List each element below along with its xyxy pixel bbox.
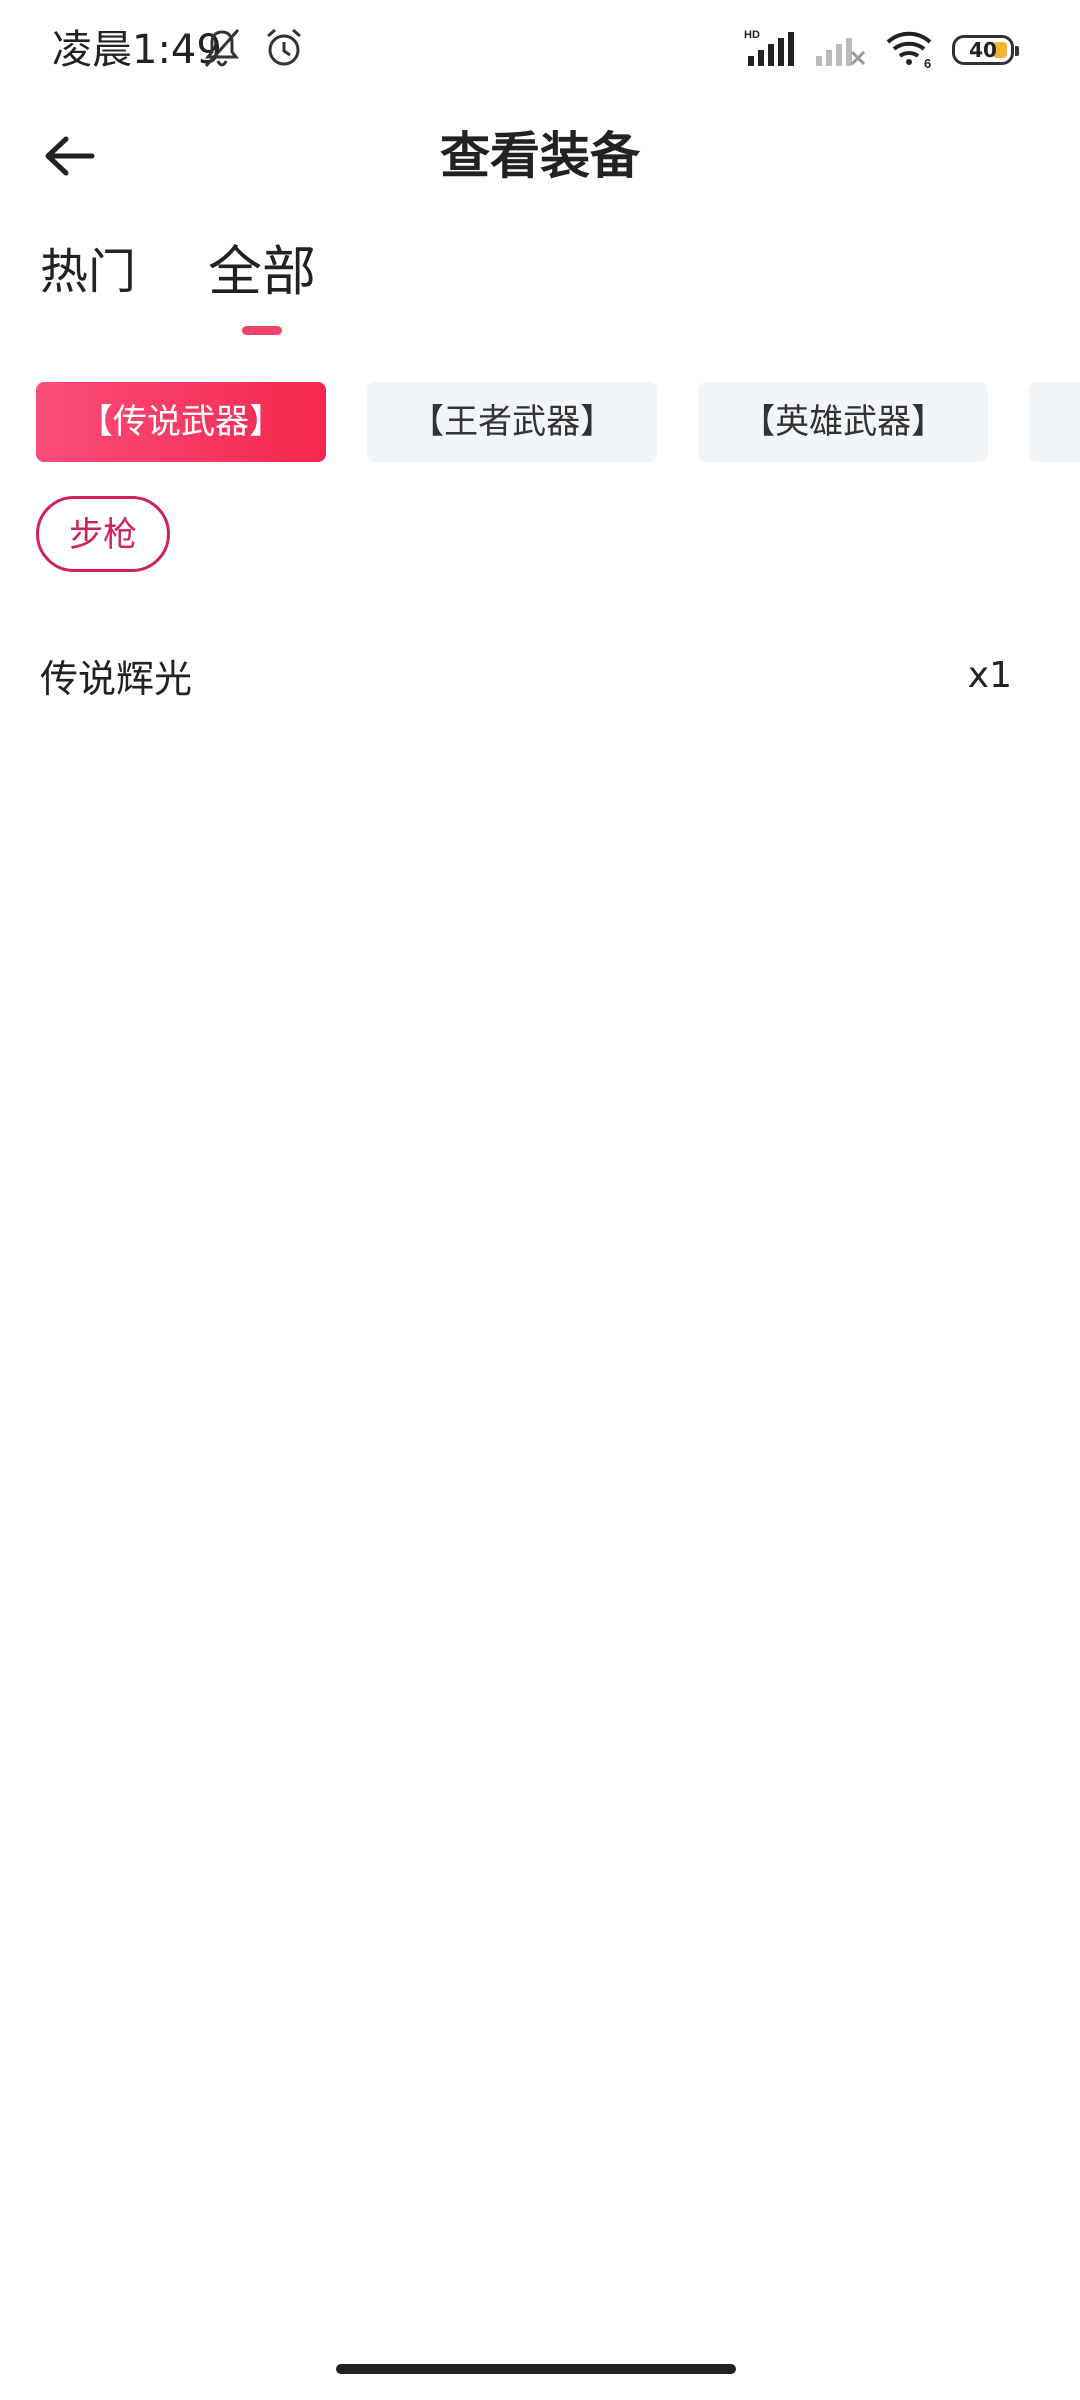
chip-more[interactable]: 【: [1029, 382, 1080, 462]
wifi-icon: 6: [884, 28, 934, 72]
svg-text:6: 6: [924, 56, 931, 68]
status-bar: 凌晨1:49 HD 6 40: [0, 0, 1080, 100]
subcategory-rifle[interactable]: 步枪: [36, 496, 170, 572]
tab-active-indicator: [242, 326, 283, 335]
header: 查看装备: [0, 100, 1080, 210]
equipment-list: 传说辉光 x1: [40, 640, 1012, 710]
item-count: x1: [967, 654, 1012, 696]
signal-off-icon: [814, 28, 866, 72]
chip-hero-weapons[interactable]: 【英雄武器】: [698, 382, 989, 462]
tab-bar: 热门 全部: [40, 240, 316, 350]
battery-icon: 40: [952, 35, 1019, 65]
home-indicator[interactable]: [336, 2364, 736, 2374]
subcategory-row: 步枪: [36, 496, 170, 572]
svg-text:HD: HD: [744, 29, 760, 41]
tab-label: 热门: [40, 244, 137, 300]
battery-percent: 40: [969, 38, 997, 62]
list-item[interactable]: 传说辉光 x1: [40, 640, 1012, 710]
chip-legend-weapons[interactable]: 【传说武器】: [36, 382, 326, 462]
category-chip-row[interactable]: 【传说武器】 【王者武器】 【英雄武器】 【: [36, 382, 1080, 462]
page-title: 查看装备: [440, 127, 640, 185]
alarm-icon: [262, 26, 306, 74]
mute-bell-icon: [200, 26, 244, 74]
tab-all[interactable]: 全部: [208, 240, 316, 350]
item-name: 传说辉光: [40, 656, 193, 701]
tab-hot[interactable]: 热门: [40, 240, 136, 350]
hd-signal-icon: HD: [744, 28, 796, 72]
status-left-icons: [200, 26, 306, 74]
tab-label: 全部: [208, 240, 317, 303]
status-right-icons: HD 6 40: [744, 28, 1019, 72]
status-time: 凌晨1:49: [52, 27, 222, 73]
chip-king-weapons[interactable]: 【王者武器】: [367, 382, 658, 462]
